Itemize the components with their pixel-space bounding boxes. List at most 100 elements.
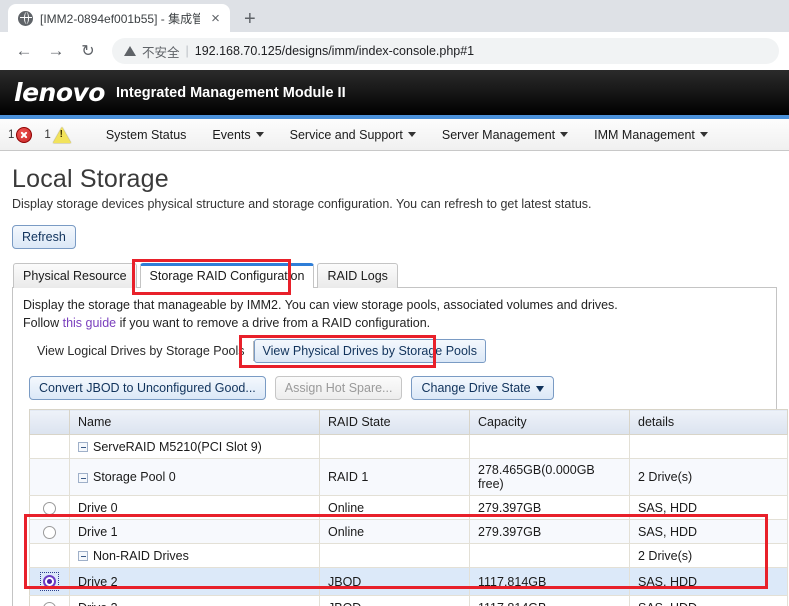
not-secure-warning-icon — [124, 46, 136, 56]
imm-header: lenovo Integrated Management Module II — [0, 70, 789, 115]
tab-raid-logs[interactable]: RAID Logs — [317, 263, 397, 288]
tree-collapse-icon[interactable] — [78, 473, 88, 483]
chevron-down-icon — [408, 132, 416, 137]
drive-radio-button[interactable] — [43, 602, 56, 606]
nav-item-system-status[interactable]: System Status — [93, 119, 200, 151]
warning-icon — [53, 127, 71, 143]
assign-hot-spare-button: Assign Hot Spare... — [275, 376, 403, 400]
row-select-cell[interactable] — [30, 496, 70, 520]
convert-jbod-button[interactable]: Convert JBOD to Unconfigured Good... — [29, 376, 266, 400]
reload-icon[interactable]: ↻ — [74, 37, 102, 65]
drive-radio-button[interactable] — [43, 526, 56, 539]
warning-count: 1 — [44, 129, 50, 141]
cell-raid-state: Online — [320, 496, 470, 520]
cell-capacity — [470, 435, 630, 459]
cell-details: 2 Drive(s) — [630, 544, 788, 568]
chevron-down-icon — [700, 132, 708, 137]
row-name-label: ServeRAID M5210(PCI Slot 9) — [93, 440, 262, 454]
error-count: 1 — [8, 129, 14, 141]
panel-desc-prefix: Follow — [23, 316, 63, 330]
cell-details: SAS, HDD — [630, 496, 788, 520]
cell-name: ServeRAID M5210(PCI Slot 9) — [70, 435, 320, 459]
omnibox-separator: | — [186, 44, 189, 58]
cell-name: Drive 3 — [70, 596, 320, 606]
this-guide-link[interactable]: this guide — [63, 316, 117, 330]
table-row[interactable]: Drive 2 JBOD1117.814GBSAS, HDD — [30, 568, 788, 596]
cell-details: SAS, HDD — [630, 520, 788, 544]
cell-capacity: 1117.814GB — [470, 568, 630, 596]
cell-capacity: 1117.814GB — [470, 596, 630, 606]
cell-name: Drive 2 — [70, 568, 320, 596]
drive-radio-button[interactable] — [43, 502, 56, 515]
action-button-row: Convert JBOD to Unconfigured Good... Ass… — [23, 376, 766, 400]
cell-capacity: 279.397GB — [470, 496, 630, 520]
chevron-down-icon — [256, 132, 264, 137]
tab-physical-resource[interactable]: Physical Resource — [13, 263, 137, 288]
row-select-cell[interactable] — [30, 520, 70, 544]
nav-label: System Status — [106, 128, 187, 142]
row-select-cell — [30, 459, 70, 496]
chevron-down-icon — [560, 132, 568, 137]
error-status-indicator[interactable]: 1 — [8, 127, 32, 143]
tab-label: Storage RAID Configuration — [150, 269, 305, 283]
row-select-cell[interactable] — [30, 596, 70, 606]
storage-table-head: Name RAID State Capacity details — [30, 410, 788, 435]
cell-raid-state: JBOD — [320, 568, 470, 596]
table-header-row: Name RAID State Capacity details — [30, 410, 788, 435]
cell-raid-state — [320, 435, 470, 459]
address-bar[interactable]: 不安全 | 192.168.70.125/designs/imm/index-c… — [112, 38, 779, 64]
row-select-cell[interactable] — [30, 568, 70, 596]
nav-item-service-and-support[interactable]: Service and Support — [277, 119, 429, 151]
table-row[interactable]: Drive 3JBOD1117.814GBSAS, HDD — [30, 596, 788, 606]
status-indicator-group: 1 1 — [8, 127, 71, 143]
nav-item-imm-management[interactable]: IMM Management — [581, 119, 721, 151]
browser-tab[interactable]: [IMM2-0894ef001b55] - 集成管 × — [8, 4, 230, 32]
view-logical-drives-button[interactable]: View Logical Drives by Storage Pools — [29, 339, 253, 363]
row-name-label: Non-RAID Drives — [93, 549, 189, 563]
page-content: Local Storage Display storage devices ph… — [0, 151, 789, 606]
radio-focus-ring — [40, 572, 59, 591]
browser-tab-title: [IMM2-0894ef001b55] - 集成管 — [40, 10, 200, 27]
tree-collapse-icon[interactable] — [78, 442, 88, 452]
table-row: ServeRAID M5210(PCI Slot 9) — [30, 435, 788, 459]
cell-capacity — [470, 544, 630, 568]
close-icon[interactable]: × — [207, 11, 224, 26]
tab-storage-raid-configuration[interactable]: Storage RAID Configuration — [140, 263, 315, 288]
refresh-button-wrap: Refresh — [12, 225, 777, 249]
cell-name: Non-RAID Drives — [70, 544, 320, 568]
cell-capacity: 279.397GB — [470, 520, 630, 544]
cell-raid-state: JBOD — [320, 596, 470, 606]
cell-capacity: 278.465GB(0.000GB free) — [470, 459, 630, 496]
view-physical-drives-button[interactable]: View Physical Drives by Storage Pools — [254, 339, 486, 363]
nav-label: Service and Support — [290, 128, 403, 142]
tree-collapse-icon[interactable] — [78, 551, 88, 561]
back-icon[interactable]: ← — [10, 37, 38, 65]
row-name-label: Drive 2 — [78, 575, 118, 589]
cell-details: 2 Drive(s) — [630, 459, 788, 496]
nav-label: IMM Management — [594, 128, 695, 142]
cell-details: SAS, HDD — [630, 596, 788, 606]
panel-description: Display the storage that manageable by I… — [23, 296, 766, 332]
row-name-label: Drive 1 — [78, 525, 118, 539]
nav-label: Events — [212, 128, 250, 142]
storage-table: Name RAID State Capacity details ServeRA… — [29, 409, 788, 606]
cell-details: SAS, HDD — [630, 568, 788, 596]
new-tab-button[interactable]: + — [244, 9, 256, 29]
refresh-button[interactable]: Refresh — [12, 225, 76, 249]
forward-icon[interactable]: → — [42, 37, 70, 65]
drive-radio-button[interactable] — [43, 575, 56, 588]
warning-status-indicator[interactable]: 1 — [44, 127, 70, 143]
cell-name: Drive 0 — [70, 496, 320, 520]
storage-table-body: ServeRAID M5210(PCI Slot 9)Storage Pool … — [30, 435, 788, 606]
table-row[interactable]: Drive 0Online279.397GBSAS, HDD — [30, 496, 788, 520]
tab-label: RAID Logs — [327, 269, 387, 283]
main-navbar: 1 1 System Status Events Service and Sup… — [0, 119, 789, 151]
panel-desc-suffix: if you want to remove a drive from a RAI… — [116, 316, 430, 330]
nav-item-server-management[interactable]: Server Management — [429, 119, 581, 151]
change-drive-state-button[interactable]: Change Drive State — [411, 376, 553, 400]
browser-toolbar: ← → ↻ 不安全 | 192.168.70.125/designs/imm/i… — [0, 32, 789, 70]
nav-item-events[interactable]: Events — [199, 119, 276, 151]
panel-description-line1: Display the storage that manageable by I… — [23, 296, 766, 314]
table-row[interactable]: Drive 1Online279.397GBSAS, HDD — [30, 520, 788, 544]
table-row: Non-RAID Drives 2 Drive(s) — [30, 544, 788, 568]
